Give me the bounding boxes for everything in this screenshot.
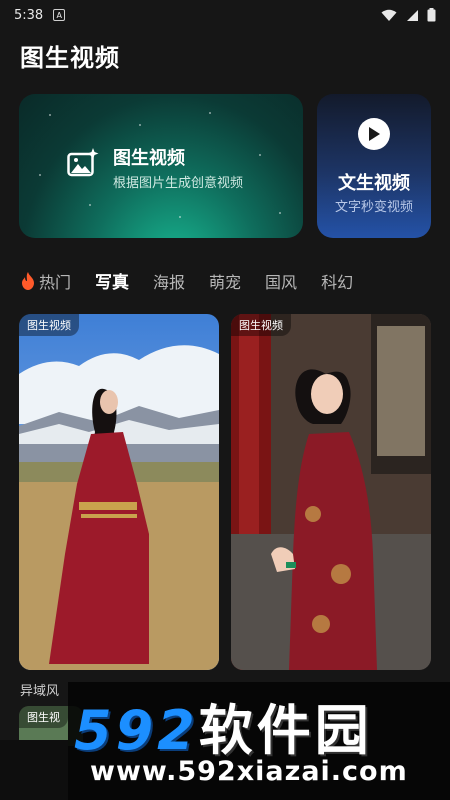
template-badge: 图生视频 <box>19 314 79 336</box>
watermark-overlay: 592软件园 www.592xiazai.com <box>68 682 450 800</box>
tab-scifi[interactable]: 科幻 <box>321 269 353 293</box>
image-to-video-card[interactable]: 图生视频 根据图片生成创意视频 <box>19 94 303 238</box>
template-badge: 图生视频 <box>231 314 291 336</box>
category-tabs: 热门 写真 海报 萌宠 国风 科幻 <box>20 268 377 293</box>
tab-poster[interactable]: 海报 <box>153 269 185 293</box>
signal-icon <box>407 9 418 21</box>
tab-portrait-label: 写真 <box>95 273 130 293</box>
template-image <box>19 314 219 670</box>
text-to-video-subtitle: 文字秒变视频 <box>334 200 413 215</box>
tab-portrait[interactable]: 写真 <box>95 268 129 293</box>
tab-pets-label: 萌宠 <box>209 272 242 292</box>
tab-guofeng[interactable]: 国风 <box>265 269 297 293</box>
bottom-strip <box>0 740 68 800</box>
tab-hot[interactable]: 热门 <box>20 269 71 293</box>
tab-poster-label: 海报 <box>153 272 186 292</box>
watermark-logo-text: 软件园 <box>198 699 373 762</box>
status-bar: 5:38 A <box>0 0 450 30</box>
template-caption: 异域风 <box>20 684 60 699</box>
status-icons <box>381 8 436 22</box>
template-card[interactable]: 图生视频 <box>231 314 431 670</box>
watermark-url: www.592xiazai.com <box>90 756 408 787</box>
image-to-video-title: 图生视频 <box>113 148 185 169</box>
page-title: 图生视频 <box>20 44 120 72</box>
image-sparkle-icon <box>67 148 99 177</box>
fire-icon <box>22 271 34 290</box>
notification-icon: A <box>53 9 66 21</box>
image-to-video-subtitle: 根据图片生成创意视频 <box>113 176 244 191</box>
text-to-video-title: 文生视频 <box>338 173 410 194</box>
tab-hot-label: 热门 <box>39 272 72 292</box>
tab-scifi-label: 科幻 <box>321 272 354 292</box>
text-to-video-card[interactable]: 文生视频 文字秒变视频 <box>317 94 431 238</box>
wifi-icon <box>381 9 397 21</box>
status-time: 5:38 <box>14 7 44 23</box>
template-image <box>231 314 431 670</box>
watermark-logo-number: 592 <box>74 699 199 762</box>
play-icon <box>358 118 390 150</box>
template-card[interactable]: 图生视频 <box>19 314 219 670</box>
tab-guofeng-label: 国风 <box>265 272 298 292</box>
template-badge: 图生视 <box>19 706 68 728</box>
watermark-logo: 592软件园 <box>74 686 373 765</box>
tab-pets[interactable]: 萌宠 <box>209 269 241 293</box>
battery-icon <box>427 8 436 22</box>
